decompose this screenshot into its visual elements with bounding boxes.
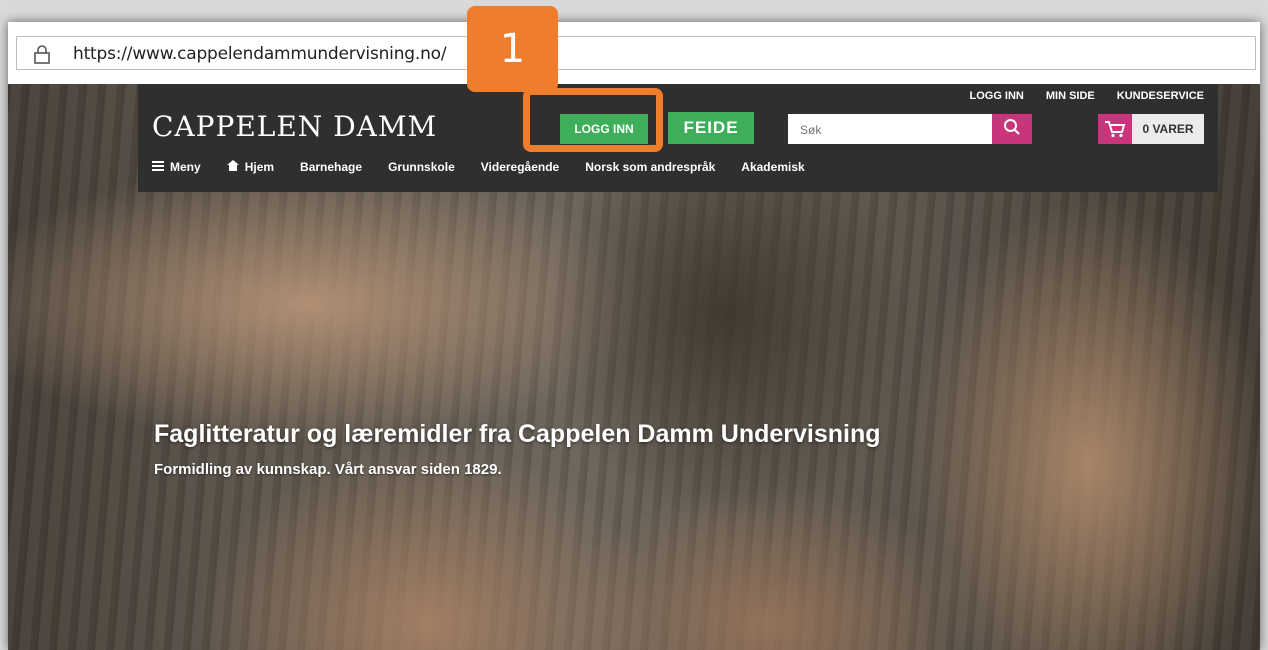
url-text: https://www.cappelendammundervisning.no/ bbox=[73, 44, 447, 64]
search-button[interactable] bbox=[992, 114, 1032, 144]
nav-item-akademisk[interactable]: Akademisk bbox=[741, 160, 804, 174]
nav-label: Akademisk bbox=[741, 160, 805, 174]
nav-label: Videregående bbox=[480, 160, 560, 174]
nav-item-barnehage[interactable]: Barnehage bbox=[300, 160, 362, 174]
toplink-min-side[interactable]: MIN SIDE bbox=[1046, 90, 1095, 102]
nav-label: Grunnskole bbox=[388, 160, 455, 174]
toplink-kundeservice[interactable]: KUNDESERVICE bbox=[1117, 90, 1204, 102]
nav-item-hjem[interactable]: Hjem bbox=[226, 160, 275, 174]
annotation-step-badge: 1 bbox=[467, 6, 558, 92]
cart-count: 0 VARER bbox=[1132, 114, 1204, 144]
page-viewport: LOGG INN MIN SIDE KUNDESERVICE CAPPELEN … bbox=[8, 84, 1260, 650]
site-header: LOGG INN MIN SIDE KUNDESERVICE CAPPELEN … bbox=[138, 84, 1218, 192]
nav-label: Meny bbox=[170, 160, 201, 174]
nav-label: Norsk som andrespråk bbox=[585, 160, 716, 174]
home-icon bbox=[226, 160, 239, 174]
search-box bbox=[788, 114, 1032, 146]
top-links: LOGG INN MIN SIDE KUNDESERVICE bbox=[969, 90, 1204, 102]
cart-icon bbox=[1098, 114, 1132, 144]
nav-item-meny[interactable]: Meny bbox=[152, 160, 201, 174]
nav-label: Barnehage bbox=[300, 160, 363, 174]
nav-item-grunnskole[interactable]: Grunnskole bbox=[388, 160, 455, 174]
search-input[interactable] bbox=[788, 114, 1002, 146]
toplink-logg-inn[interactable]: LOGG INN bbox=[969, 90, 1023, 102]
search-icon bbox=[1003, 118, 1021, 141]
main-nav: Meny Hjem Barnehage Grunnskole Videregåe… bbox=[152, 160, 831, 174]
url-field[interactable]: https://www.cappelendammundervisning.no/ bbox=[16, 36, 1256, 70]
hero-subtitle: Formidling av kunnskap. Vårt ansvar side… bbox=[154, 461, 502, 478]
nav-item-norsk-som-andresprak[interactable]: Norsk som andrespråk bbox=[585, 160, 715, 174]
feide-login-button[interactable]: FEIDE bbox=[668, 112, 754, 144]
hero-title: Faglitteratur og læremidler fra Cappelen… bbox=[154, 420, 881, 448]
menu-icon bbox=[152, 160, 164, 174]
site-logo[interactable]: CAPPELEN DAMM bbox=[152, 110, 437, 143]
nav-item-videregaende[interactable]: Videregående bbox=[481, 160, 559, 174]
lock-icon bbox=[31, 43, 53, 65]
nav-label: Hjem bbox=[244, 160, 275, 174]
cart-button[interactable]: 0 VARER bbox=[1098, 114, 1204, 144]
annotation-highlight-box bbox=[523, 88, 663, 152]
address-bar: https://www.cappelendammundervisning.no/ bbox=[8, 22, 1260, 85]
